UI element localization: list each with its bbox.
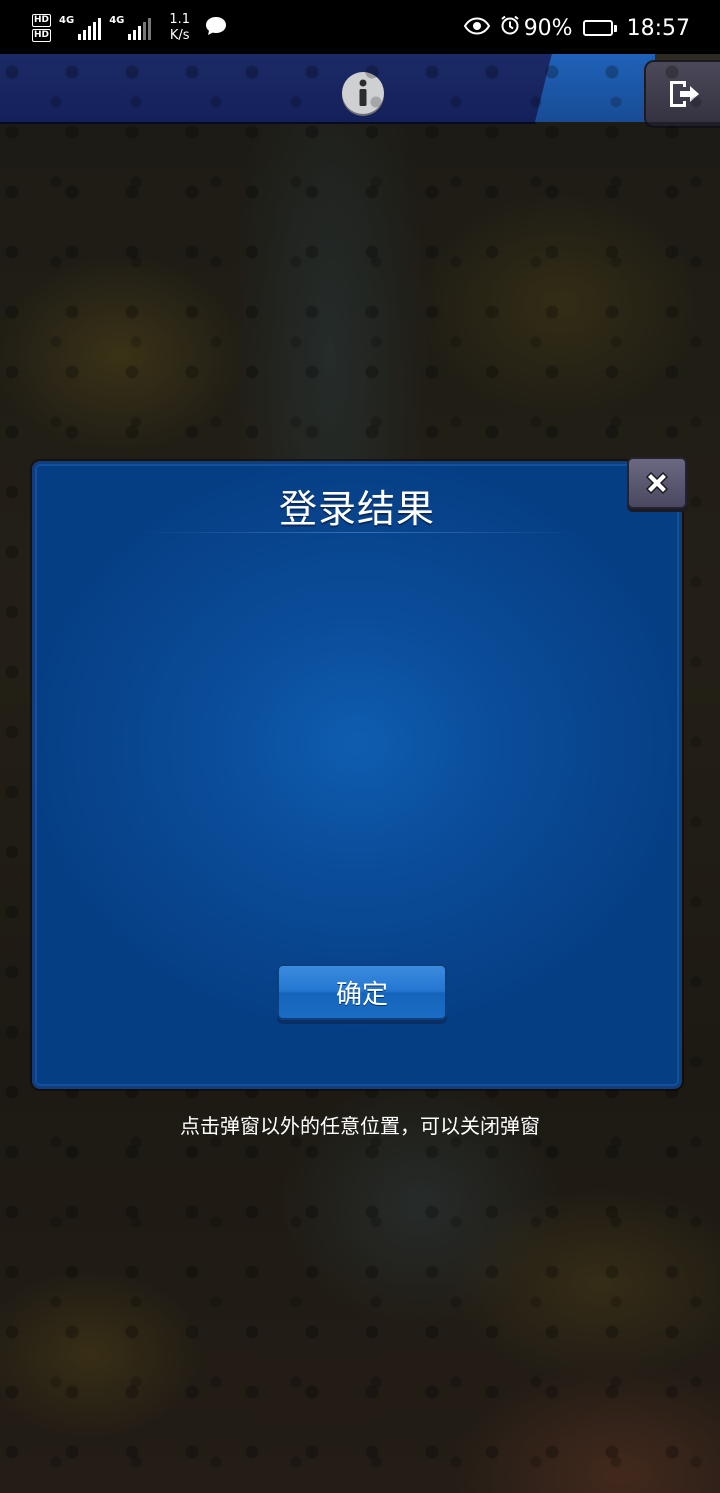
sim2-signal: 4G <box>109 15 152 40</box>
close-button[interactable] <box>627 457 687 509</box>
status-bar: HD HD 4G 4G 1.1 K/s 90% 18:57 <box>0 0 720 54</box>
dialog-title: 登录结果 <box>278 487 435 531</box>
clock-time: 18:57 <box>626 15 690 41</box>
battery-icon <box>582 20 617 36</box>
hd-badge: HD <box>32 14 52 27</box>
sim1-signal: 4G <box>59 15 102 40</box>
battery-percent: 90% <box>523 15 573 41</box>
eye-comfort-icon <box>463 16 490 41</box>
exit-button[interactable] <box>644 60 720 128</box>
confirm-button[interactable]: 确定 <box>277 964 447 1020</box>
signal-bars-icon <box>78 16 102 40</box>
hd-badge: HD <box>32 29 52 42</box>
top-bar <box>0 54 720 128</box>
close-icon <box>645 471 669 495</box>
network-speed: 1.1 K/s <box>169 12 190 44</box>
message-bubble-icon <box>204 15 228 41</box>
exit-icon <box>670 81 699 107</box>
sim2-network-type: 4G <box>109 15 125 26</box>
network-speed-unit: K/s <box>169 28 190 43</box>
signal-bars-icon <box>128 16 152 40</box>
hd-indicators: HD HD <box>32 14 52 42</box>
network-speed-value: 1.1 <box>169 12 191 27</box>
top-bar-accent <box>535 54 655 122</box>
info-button[interactable] <box>342 72 384 114</box>
top-bar-band <box>0 54 570 124</box>
sim1-network-type: 4G <box>59 15 75 26</box>
alarm-clock-icon <box>500 15 520 41</box>
close-hint-text: 点击弹窗以外的任意位置，可以关闭弹窗 <box>180 1114 540 1138</box>
title-divider <box>135 532 585 533</box>
info-icon <box>359 79 367 106</box>
login-result-dialog: 登录结果 确定 <box>32 461 682 1089</box>
